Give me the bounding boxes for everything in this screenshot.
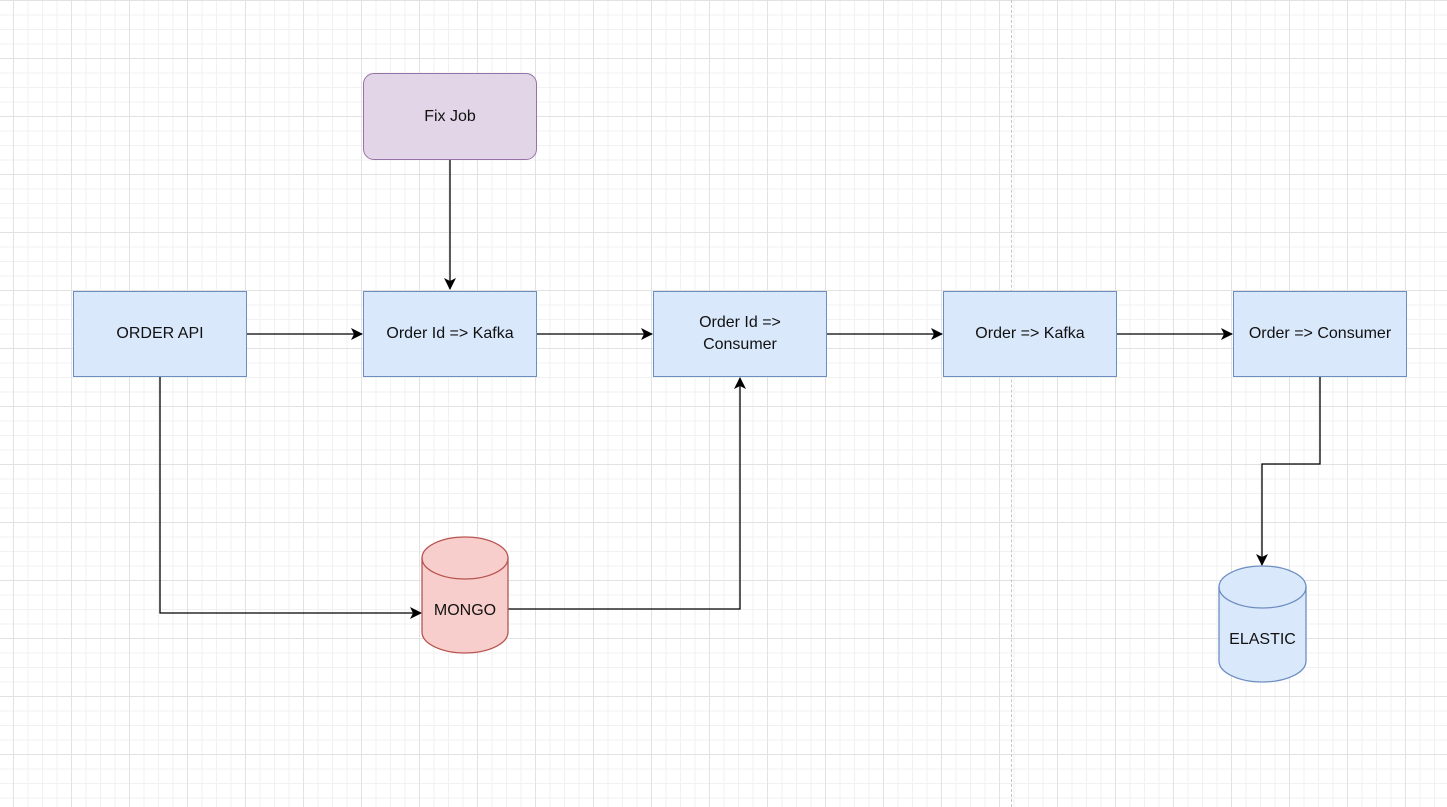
node-order-kafka[interactable]: Order => Kafka — [943, 291, 1117, 377]
node-mongo-cylinder[interactable]: MONGO — [421, 536, 509, 654]
connectors-layer — [159, 160, 1321, 619]
node-fix-job[interactable]: Fix Job — [363, 73, 537, 160]
node-order-consumer[interactable]: Order => Consumer — [1233, 291, 1407, 377]
node-elastic-cylinder[interactable]: ELASTIC — [1218, 565, 1307, 683]
node-order-api-label: ORDER API — [116, 325, 204, 342]
edge-orderapi-to-mongo[interactable] — [159, 377, 422, 619]
node-order-id-consumer[interactable]: Order Id => Consumer — [653, 291, 827, 377]
node-order-id-consumer-label: Order Id => Consumer — [699, 314, 781, 353]
edge-mongo-to-orderid-consumer[interactable] — [508, 377, 746, 610]
node-mongo-label: MONGO — [433, 602, 497, 619]
node-order-api[interactable]: ORDER API — [73, 291, 247, 377]
node-elastic-label: ELASTIC — [1229, 631, 1296, 648]
database-cylinder-icon — [1218, 565, 1307, 683]
edge-order-consumer-to-elastic[interactable] — [1256, 377, 1321, 566]
database-cylinder-icon — [421, 536, 509, 654]
node-order-kafka-label: Order => Kafka — [975, 325, 1085, 342]
node-order-consumer-label: Order => Consumer — [1248, 325, 1392, 342]
diagram-canvas[interactable]: Fix Job ORDER API Order Id => Kafka Orde… — [0, 0, 1447, 807]
node-fix-job-label: Fix Job — [424, 107, 476, 125]
node-order-id-kafka-label: Order Id => Kafka — [386, 325, 514, 342]
node-order-id-kafka[interactable]: Order Id => Kafka — [363, 291, 537, 377]
